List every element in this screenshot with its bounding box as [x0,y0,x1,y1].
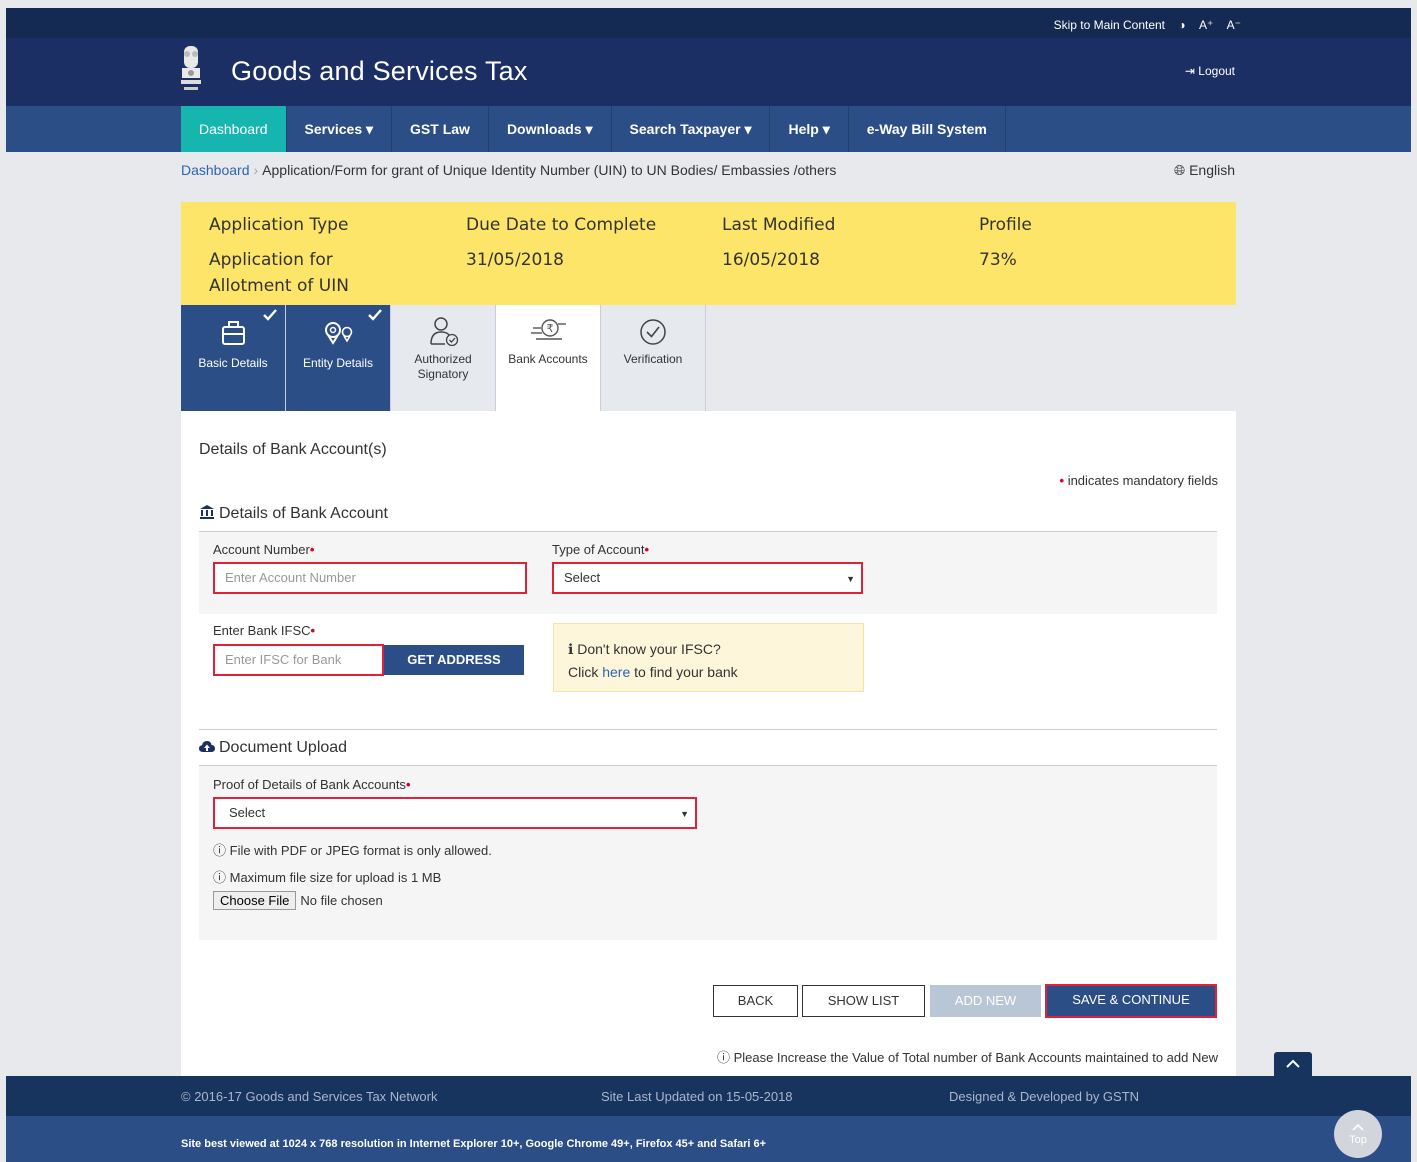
tab-verification[interactable]: Verification [601,305,706,411]
nav-dashboard[interactable]: Dashboard [181,106,287,152]
info-circle-icon: ⓘ [213,843,230,858]
check-circle-icon [640,319,666,345]
profile-label: Profile [979,215,1032,235]
briefcase-icon [222,321,245,345]
user-check-icon [430,317,459,346]
national-emblem-icon [181,46,201,90]
language-selector[interactable]: 🌐︎ English [1174,162,1235,179]
tab-authorized-signatory[interactable]: Authorized Signatory [391,305,496,411]
bank-section-heading: Details of Bank Account [199,504,388,523]
breadcrumb-dashboard-link[interactable]: Dashboard [181,162,250,178]
find-ifsc-link[interactable]: here [602,664,630,680]
account-type-select[interactable]: Select ▼ [552,562,863,594]
page-title: Details of Bank Account(s) [199,441,387,458]
main-nav: Dashboard Services ▾ GST Law Downloads ▾… [6,106,1411,152]
browser-page: Skip to Main Content ◑ A⁺ A⁻ Goods and S… [6,8,1411,1162]
globe-icon: 🌐︎ [1173,162,1190,178]
account-number-label: Account Number• [213,542,315,557]
tab-entity-details[interactable]: Entity Details [286,305,391,411]
ifsc-help-box: ℹ Don't know your IFSC? Click here to fi… [553,623,864,692]
account-type-label: Type of Account• [552,542,650,557]
footer-browser-note: Site best viewed at 1024 x 768 resolutio… [6,1116,1411,1162]
scroll-up-button[interactable] [1274,1052,1312,1076]
back-button[interactable]: BACK [713,985,798,1017]
nav-gst-law[interactable]: GST Law [392,106,489,152]
info-circle-icon: ⓘ [716,1050,734,1065]
logout-icon: ⇥ [1184,64,1199,78]
format-note: ⓘ File with PDF or JPEG format is only a… [213,843,492,858]
account-number-input[interactable]: Enter Account Number [213,562,527,594]
skip-to-main-link[interactable]: Skip to Main Content [1054,18,1165,32]
bank-details-panel: Details of Bank Account(s) • indicates m… [181,411,1236,1076]
application-type-value-line2: Allotment of UIN [209,276,349,296]
font-increase-button[interactable]: A⁺ [1199,18,1213,32]
proof-document-select[interactable]: Select ▼ [213,797,697,829]
chevron-up-icon [1286,1059,1300,1068]
add-new-button[interactable]: ADD NEW [930,985,1041,1017]
form-tabs: Basic Details Entity Details Authorized S… [181,305,706,411]
info-circle-icon: ⓘ [213,870,230,885]
document-section-heading: Document Upload [199,739,347,757]
nav-downloads[interactable]: Downloads ▾ [489,106,612,152]
breadcrumb: Dashboard › Application/Form for grant of … [181,162,837,178]
last-modified-label: Last Modified [722,215,836,235]
info-icon: ℹ [568,641,578,657]
due-date-label: Due Date to Complete [466,215,657,235]
footer-updated: Site Last Updated on 15-05-2018 [601,1089,793,1104]
bank-icon [200,505,214,519]
ifsc-label: Enter Bank IFSC• [213,623,316,638]
tab-bank-accounts[interactable]: ₹ Bank Accounts [496,305,601,411]
dropdown-caret-icon: ▼ [846,574,855,584]
application-type-value-line1: Application for [209,250,333,270]
last-modified-value: 16/05/2018 [722,250,820,270]
ifsc-input[interactable]: Enter IFSC for Bank [213,644,384,676]
breadcrumb-current: Application/Form for grant of Unique Ide… [262,162,837,178]
dropdown-caret-icon: ▼ [680,809,689,819]
get-address-button[interactable]: GET ADDRESS [384,645,524,675]
nav-help[interactable]: Help ▾ [770,106,849,152]
nav-services[interactable]: Services ▾ [287,106,393,152]
save-continue-button[interactable]: SAVE & CONTINUE [1045,984,1217,1018]
font-decrease-button[interactable]: A⁻ [1227,18,1241,32]
svg-text:₹: ₹ [547,322,554,335]
contrast-toggle-icon[interactable]: ◑ [1178,18,1185,32]
bank-count-note: ⓘ Please Increase the Value of Total num… [716,1050,1218,1065]
file-upload: Choose File No file chosen [213,891,383,910]
file-status: No file chosen [300,893,383,908]
nav-search-taxpayer[interactable]: Search Taxpayer ▾ [612,106,771,152]
site-header: Goods and Services Tax ⇥ Logout [6,38,1411,106]
show-list-button[interactable]: SHOW LIST [802,985,925,1017]
accessibility-bar: Skip to Main Content ◑ A⁺ A⁻ [6,8,1411,38]
cloud-upload-icon [199,741,215,752]
mandatory-legend: • indicates mandatory fields [1059,473,1219,488]
footer-designed: Designed & Developed by GSTN [949,1089,1140,1104]
back-to-top-button[interactable]: Top [1334,1110,1382,1158]
footer-info: © 2016-17 Goods and Services Tax Network… [6,1076,1411,1116]
location-pins-icon [325,322,353,345]
logout-link[interactable]: ⇥ Logout [1185,64,1235,78]
application-type-label: Application Type [209,215,349,235]
rupee-coin-icon: ₹ [531,319,566,340]
size-note: ⓘ Maximum file size for upload is 1 MB [213,870,442,885]
footer-copyright: © 2016-17 Goods and Services Tax Network [181,1089,438,1104]
choose-file-button[interactable]: Choose File [213,891,297,910]
due-date-value: 31/05/2018 [466,250,564,270]
proof-label: Proof of Details of Bank Accounts• [213,777,411,792]
nav-eway-bill[interactable]: e-Way Bill System [849,106,1006,152]
profile-value: 73% [979,250,1017,270]
tab-basic-details[interactable]: Basic Details [181,305,286,411]
application-summary: Application Type Application for Allotme… [181,202,1236,305]
chevron-up-icon [1352,1123,1364,1131]
site-title[interactable]: Goods and Services Tax [231,56,528,87]
